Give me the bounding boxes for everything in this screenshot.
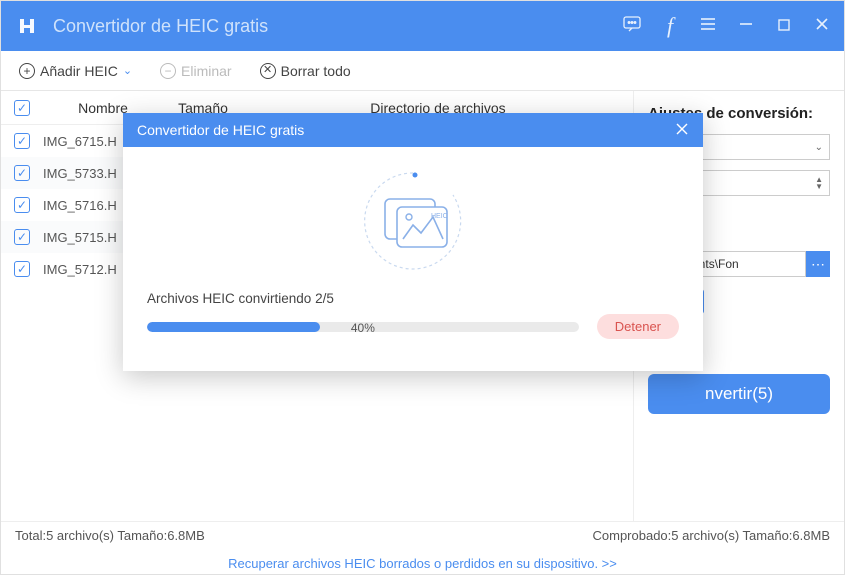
- minimize-icon[interactable]: [736, 16, 756, 37]
- progress-bar: 40%: [147, 322, 579, 332]
- facebook-icon[interactable]: f: [660, 13, 680, 39]
- status-right: Comprobado:5 archivo(s) Tamaño:6.8MB: [593, 528, 831, 543]
- file-name: IMG_6715.H: [43, 134, 117, 149]
- modal-body: HEIC Archivos HEIC convirtiendo 2/5 40% …: [123, 147, 703, 355]
- minus-icon: −: [160, 63, 176, 79]
- add-heic-button[interactable]: + Añadir HEIC ⌄: [19, 63, 132, 79]
- x-icon: ✕: [260, 63, 276, 79]
- progress-row: 40% Detener: [147, 314, 679, 339]
- progress-percent: 40%: [351, 321, 375, 335]
- row-checkbox[interactable]: ✓: [14, 133, 30, 149]
- app-logo-icon: [13, 12, 41, 40]
- modal-title: Convertidor de HEIC gratis: [137, 122, 304, 138]
- add-heic-label: Añadir HEIC: [40, 63, 118, 79]
- modal-titlebar: Convertidor de HEIC gratis: [123, 113, 703, 147]
- close-icon[interactable]: [812, 16, 832, 37]
- delete-button[interactable]: − Eliminar: [160, 63, 232, 79]
- plus-icon: +: [19, 63, 35, 79]
- progress-label: Archivos HEIC convirtiendo 2/5: [147, 291, 679, 306]
- app-title: Convertidor de HEIC gratis: [53, 16, 622, 37]
- row-checkbox[interactable]: ✓: [14, 197, 30, 213]
- browse-button[interactable]: ⋯: [806, 251, 830, 277]
- menu-icon[interactable]: [698, 15, 718, 38]
- status-bar: Total:5 archivo(s) Tamaño:6.8MB Comproba…: [1, 521, 844, 549]
- file-name: IMG_5733.H: [43, 166, 117, 181]
- delete-label: Eliminar: [181, 63, 232, 79]
- status-left: Total:5 archivo(s) Tamaño:6.8MB: [15, 528, 205, 543]
- clear-all-button[interactable]: ✕ Borrar todo: [260, 63, 351, 79]
- toolbar: + Añadir HEIC ⌄ − Eliminar ✕ Borrar todo: [1, 51, 844, 91]
- titlebar: Convertidor de HEIC gratis f: [1, 1, 844, 51]
- stepper-arrows-icon: ▲▼: [815, 176, 823, 190]
- file-name: IMG_5715.H: [43, 230, 117, 245]
- recovery-link[interactable]: Recuperar archivos HEIC borrados o perdi…: [228, 556, 617, 571]
- chevron-down-icon: ⌄: [123, 64, 132, 77]
- convert-button[interactable]: nvertir(5): [648, 374, 830, 414]
- file-name: IMG_5716.H: [43, 198, 117, 213]
- footer: Recuperar archivos HEIC borrados o perdi…: [1, 549, 844, 577]
- chevron-down-icon: ⌄: [815, 142, 823, 153]
- row-checkbox[interactable]: ✓: [14, 261, 30, 277]
- select-all-checkbox[interactable]: ✓: [14, 100, 30, 116]
- row-checkbox[interactable]: ✓: [14, 229, 30, 245]
- file-name: IMG_5712.H: [43, 262, 117, 277]
- clear-label: Borrar todo: [281, 63, 351, 79]
- feedback-icon[interactable]: [622, 14, 642, 39]
- progress-modal: Convertidor de HEIC gratis HEIC Archivos…: [123, 113, 703, 371]
- stop-button[interactable]: Detener: [597, 314, 679, 339]
- conversion-illustration-icon: HEIC: [147, 165, 679, 275]
- titlebar-controls: f: [622, 13, 832, 39]
- row-checkbox[interactable]: ✓: [14, 165, 30, 181]
- modal-close-icon[interactable]: [675, 120, 689, 141]
- maximize-icon[interactable]: [774, 16, 794, 37]
